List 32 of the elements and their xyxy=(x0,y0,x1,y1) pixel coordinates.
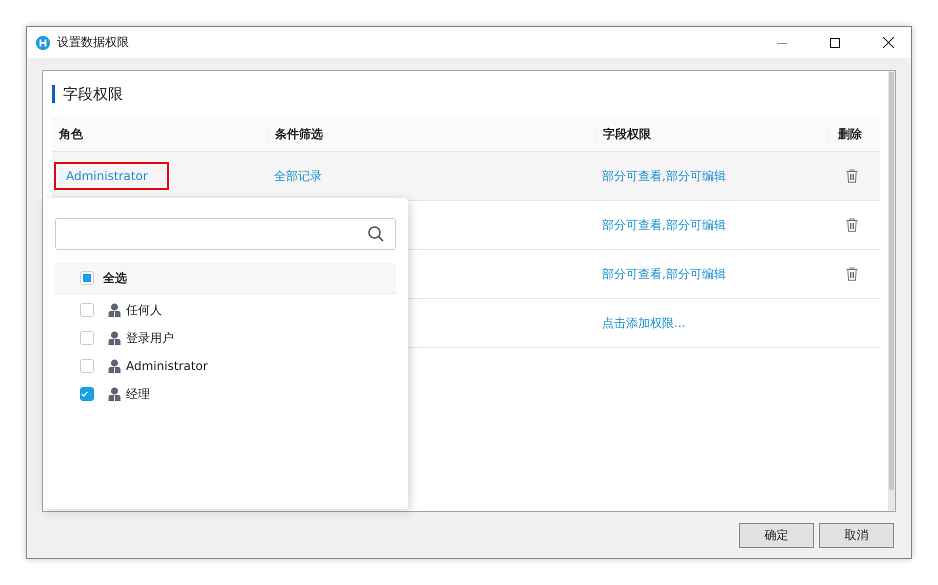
checkbox[interactable] xyxy=(80,387,94,401)
role-option[interactable]: Administrator xyxy=(126,359,208,373)
checkbox[interactable] xyxy=(80,359,94,373)
role-option[interactable]: 经理 xyxy=(126,386,150,402)
user-icon xyxy=(108,331,121,345)
checkmark-icon xyxy=(81,390,88,398)
select-all-label: 全选 xyxy=(103,270,127,286)
cancel-button[interactable]: 取消 xyxy=(819,523,894,548)
user-icon xyxy=(108,359,121,373)
column-header: 字段权限 xyxy=(595,125,828,143)
column-header: 条件筛选 xyxy=(267,125,595,143)
role-option[interactable]: 登录用户 xyxy=(126,330,174,346)
window-title: 设置数据权限 xyxy=(57,34,130,51)
role-option[interactable]: 任何人 xyxy=(126,302,162,318)
checkbox[interactable] xyxy=(80,303,94,317)
trash-icon[interactable] xyxy=(846,267,858,281)
column-header: 删除 xyxy=(828,125,880,143)
checkbox[interactable] xyxy=(80,331,94,345)
permission-link[interactable]: 部分可查看,部分可编辑 xyxy=(602,218,726,232)
permission-link[interactable]: 部分可查看,部分可编辑 xyxy=(602,266,726,280)
ok-button[interactable]: 确定 xyxy=(739,523,814,548)
trash-icon[interactable] xyxy=(846,218,858,232)
search-icon[interactable] xyxy=(368,226,384,242)
user-icon xyxy=(108,303,121,317)
app-logo-icon xyxy=(36,36,50,50)
trash-icon[interactable] xyxy=(846,169,858,183)
user-icon xyxy=(108,387,121,401)
checkbox[interactable] xyxy=(80,271,94,285)
column-header: 角色 xyxy=(58,126,84,143)
permission-link[interactable]: 点击添加权限... xyxy=(602,316,686,330)
search-field[interactable] xyxy=(55,218,396,250)
panel-title: 字段权限 xyxy=(63,84,123,104)
